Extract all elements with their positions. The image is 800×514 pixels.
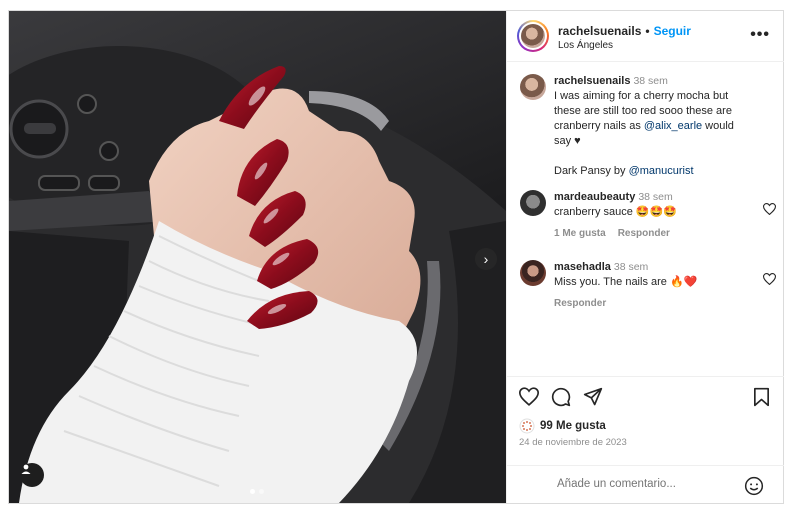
post-dialog: › rachelsuenails • Seguir Los Ángeles ••• [8, 10, 784, 504]
comment-username[interactable]: masehadla [554, 261, 611, 273]
likes-count[interactable]: 99 Me gusta [540, 420, 606, 432]
like-comment-icon[interactable] [762, 272, 777, 290]
post-actions: 99 Me gusta 24 de noviembre de 2023 [507, 376, 784, 504]
carousel-dot [259, 489, 264, 494]
emoji-icon[interactable] [744, 476, 764, 501]
bookmark-icon[interactable] [753, 387, 770, 412]
add-comment-bar [507, 465, 784, 505]
reply-button[interactable]: Responder [618, 228, 670, 239]
liked-by-avatar-icon [519, 418, 535, 434]
comment-body: mardeaubeauty 38 sem cranberry sauce 🤩🤩🤩 … [554, 190, 754, 241]
separator-dot: • [645, 24, 650, 38]
author-avatar[interactable] [517, 20, 549, 52]
author-username[interactable]: rachelsuenails [558, 24, 641, 38]
caption-product: Dark Pansy by [554, 165, 629, 177]
caption-username[interactable]: rachelsuenails [554, 75, 630, 87]
action-icons [518, 387, 603, 412]
caption-body: rachelsuenails 38 sem I was aiming for a … [554, 74, 754, 179]
more-options-icon[interactable]: ••• [750, 26, 770, 44]
reply-button[interactable]: Responder [554, 298, 606, 309]
likes-row: 99 Me gusta [519, 418, 606, 434]
commenter-avatar[interactable] [520, 260, 546, 286]
author-line: rachelsuenails • Seguir [558, 24, 691, 38]
comments-list[interactable]: rachelsuenails 38 sem I was aiming for a … [507, 62, 784, 376]
caption-mention[interactable]: @alix_earle [644, 120, 702, 132]
carousel-indicator [250, 489, 264, 494]
comment-text: cranberry sauce 🤩🤩🤩 [554, 206, 678, 218]
comment-username[interactable]: mardeaubeauty [554, 191, 635, 203]
post-sidebar: rachelsuenails • Seguir Los Ángeles ••• ra… [506, 11, 784, 503]
comment-likes[interactable]: 1 Me gusta [554, 228, 606, 239]
person-icon [21, 464, 31, 474]
comment-meta: 1 Me gusta Responder [554, 226, 754, 241]
nails-photo-illustration [9, 11, 506, 503]
post-date[interactable]: 24 de noviembre de 2023 [519, 437, 627, 448]
post-photo[interactable]: › [9, 11, 506, 503]
like-icon[interactable] [518, 387, 540, 412]
comment-body: masehadla 38 sem Miss you. The nails are … [554, 260, 754, 311]
like-comment-icon[interactable] [762, 202, 777, 220]
post-header: rachelsuenails • Seguir Los Ángeles ••• [507, 11, 784, 62]
comment-input[interactable] [557, 478, 737, 490]
comment-meta: Responder [554, 296, 754, 311]
follow-button[interactable]: Seguir [654, 24, 691, 38]
comment-time: 38 sem [638, 191, 673, 203]
caption-time: 38 sem [633, 75, 668, 87]
comment-text: Miss you. The nails are 🔥❤️ [554, 276, 698, 288]
comment-time: 38 sem [613, 261, 649, 273]
commenter-avatar[interactable] [520, 190, 546, 216]
post-location[interactable]: Los Ángeles [558, 40, 613, 51]
caption-avatar[interactable] [520, 74, 546, 100]
carousel-dot-active [250, 489, 255, 494]
share-icon[interactable] [583, 387, 603, 412]
caption-mention-brand[interactable]: @manucurist [629, 165, 694, 177]
comment-icon[interactable] [551, 387, 571, 412]
tagged-people-button[interactable] [20, 463, 44, 487]
next-photo-button[interactable]: › [475, 248, 497, 270]
